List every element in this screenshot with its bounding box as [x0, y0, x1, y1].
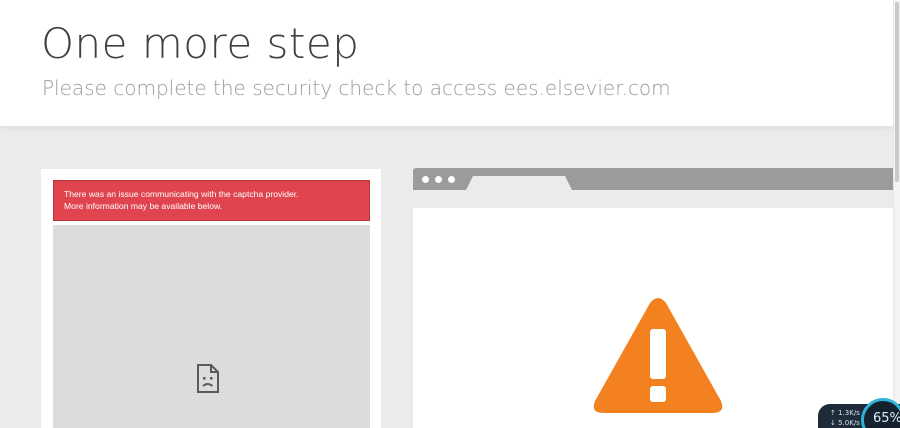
upload-speed: ↑ 1.3K/s	[830, 409, 860, 417]
browser-dot-icon	[422, 176, 429, 183]
captcha-frame[interactable]	[53, 225, 370, 428]
download-speed: ↓ 5.0K/s	[830, 419, 860, 427]
browser-dot-icon	[448, 176, 455, 183]
scrollbar-thumb[interactable]	[895, 2, 899, 182]
page-header: One more step Please complete the securi…	[0, 0, 893, 126]
page-scrollbar[interactable]	[893, 0, 900, 428]
network-gauge-percent: 65%	[873, 411, 900, 426]
captcha-error-line2: More information may be available below.	[64, 201, 223, 211]
page-subtitle: Please complete the security check to ac…	[42, 76, 671, 100]
captcha-error-banner: There was an issue communicating with th…	[53, 180, 370, 221]
browser-tab	[466, 176, 572, 190]
browser-dot-icon	[435, 176, 442, 183]
captcha-card: There was an issue communicating with th…	[41, 169, 381, 428]
captcha-error-line1: There was an issue communicating with th…	[64, 189, 299, 199]
warning-triangle-icon	[593, 298, 723, 413]
sad-document-icon	[197, 364, 219, 393]
page-title: One more step	[41, 19, 360, 68]
